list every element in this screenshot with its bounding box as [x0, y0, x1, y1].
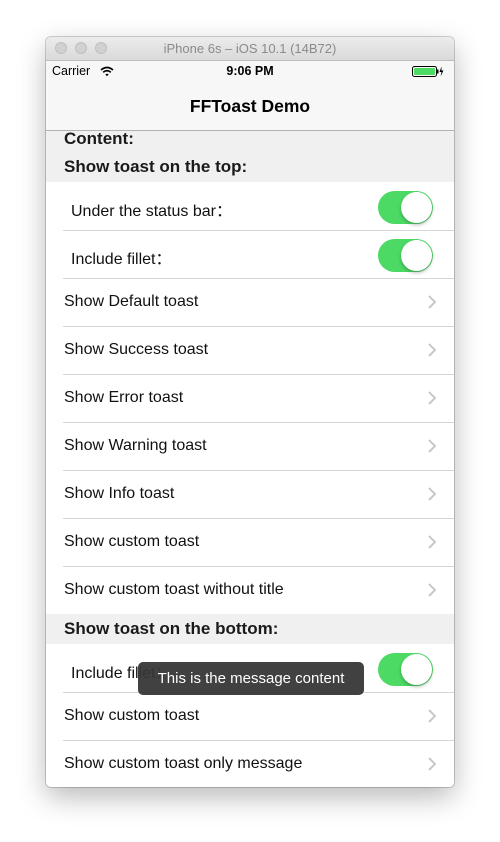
navigation-bar: FFToast Demo [46, 81, 454, 131]
include-fillet-bottom-switch[interactable] [378, 653, 433, 686]
cell-separator [63, 566, 454, 567]
list-item-default-toast[interactable]: Show Default toast [46, 278, 454, 326]
battery-icon [412, 66, 444, 77]
list-item-custom-toast-only-message[interactable]: Show custom toast only message [46, 740, 454, 787]
item-label: Show Default toast [64, 293, 199, 310]
stage: iPhone 6s – iOS 10.1 (14B72) Carrier 9:0… [0, 0, 500, 842]
toast-message: This is the message content [138, 662, 364, 695]
chevron-right-icon [428, 343, 436, 357]
switch-knob [401, 654, 432, 685]
switch-cell-include-fillet-top: Include fillet： [46, 230, 454, 278]
clock: 9:06 PM [226, 64, 274, 78]
list-item-custom-toast-without-title[interactable]: Show custom toast without title [46, 566, 454, 614]
item-label: Show Info toast [64, 485, 175, 502]
list-item-error-toast[interactable]: Show Error toast [46, 374, 454, 422]
switch-knob [401, 192, 432, 223]
item-label: Show Success toast [64, 341, 209, 358]
window-titlebar[interactable]: iPhone 6s – iOS 10.1 (14B72) [46, 37, 454, 61]
item-label: Show custom toast [64, 533, 200, 550]
status-bar: Carrier 9:06 PM [46, 61, 454, 81]
item-label: Show Warning toast [64, 437, 207, 454]
list-item-success-toast[interactable]: Show Success toast [46, 326, 454, 374]
switch-cell-under-status-bar: Under the status bar： [46, 182, 454, 230]
cell-separator [63, 230, 454, 231]
list-item-info-toast[interactable]: Show Info toast [46, 470, 454, 518]
switch-label: Include fillet： [71, 251, 172, 268]
simulator-window: iPhone 6s – iOS 10.1 (14B72) Carrier 9:0… [46, 37, 454, 787]
cell-separator [63, 470, 454, 471]
item-label: Show custom toast only message [64, 755, 303, 772]
chevron-right-icon [428, 487, 436, 501]
cell-separator [63, 278, 454, 279]
list-item-warning-toast[interactable]: Show Warning toast [46, 422, 454, 470]
cell-separator [63, 326, 454, 327]
item-label: Show custom toast without title [64, 581, 284, 598]
item-label: Show custom toast [64, 707, 200, 724]
nav-title: FFToast Demo [189, 96, 311, 116]
cell-separator [63, 740, 454, 741]
chevron-right-icon [428, 583, 436, 597]
item-label: Show Error toast [64, 389, 184, 406]
list-item-custom-toast-top[interactable]: Show custom toast [46, 518, 454, 566]
switch-label: Under the status bar： [71, 203, 232, 220]
switch-knob [401, 240, 432, 271]
cell-separator [63, 374, 454, 375]
chevron-right-icon [428, 709, 436, 723]
list-item-custom-toast-bottom[interactable]: Show custom toast [46, 692, 454, 740]
include-fillet-top-switch[interactable] [378, 239, 433, 272]
window-title: iPhone 6s – iOS 10.1 (14B72) [163, 41, 337, 56]
chevron-right-icon [428, 391, 436, 405]
chevron-right-icon [428, 535, 436, 549]
cell-separator [63, 422, 454, 423]
table-view[interactable]: Content: Show toast on the top: Under th… [46, 131, 454, 787]
under-status-bar-switch[interactable] [378, 191, 433, 224]
chevron-right-icon [428, 439, 436, 453]
chevron-right-icon [428, 295, 436, 309]
chevron-right-icon [428, 757, 436, 771]
cell-separator [63, 518, 454, 519]
